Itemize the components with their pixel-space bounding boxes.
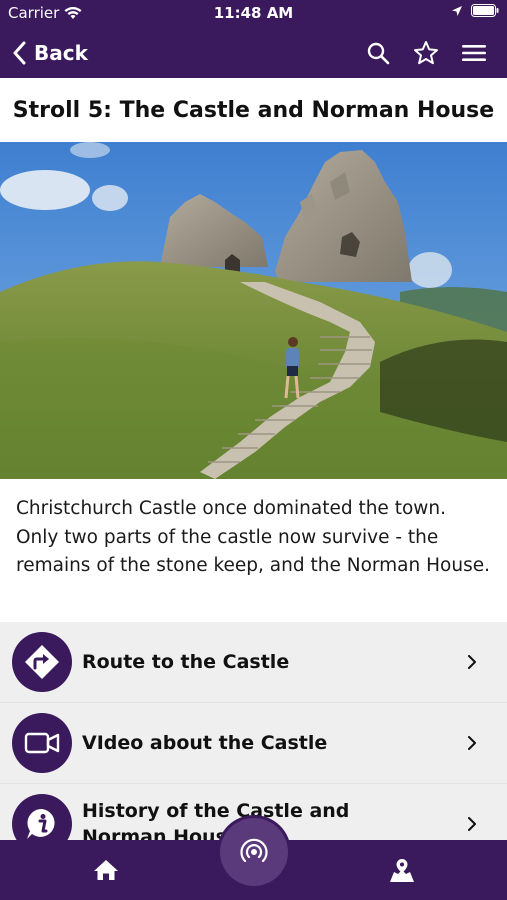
info-icon [27, 808, 55, 839]
castle-photo [0, 142, 507, 479]
page-title-bar: Stroll 5: The Castle and Norman House [0, 78, 507, 142]
menu-item-label: VIdeo about the Castle [82, 732, 328, 754]
menu-button[interactable] [461, 38, 487, 68]
back-label: Back [34, 41, 88, 65]
page-title: Stroll 5: The Castle and Norman House [12, 97, 495, 123]
location-arrow-icon [452, 5, 462, 16]
chevron-right-icon [468, 655, 476, 669]
chevron-left-icon [13, 41, 26, 65]
favorite-button[interactable] [413, 38, 439, 68]
tab-map[interactable] [388, 858, 416, 888]
hamburger-menu-icon [462, 45, 486, 61]
star-icon [414, 41, 438, 65]
menu-item-route[interactable]: Route to the Castle [0, 622, 507, 703]
chevron-right-icon [468, 736, 476, 750]
nav-actions [365, 38, 487, 68]
nav-bar: Back [0, 28, 507, 78]
menu-item-video[interactable]: VIdeo about the Castle [0, 703, 507, 784]
battery-icon [471, 4, 499, 17]
search-button[interactable] [365, 38, 391, 68]
status-time: 11:48 AM [213, 4, 294, 22]
video-camera-icon [24, 732, 60, 754]
menu-item-label: Route to the Castle [82, 651, 290, 673]
status-bar: Carrier 11:48 AM [0, 0, 507, 28]
history-icon-badge [12, 794, 72, 840]
back-button[interactable]: Back [12, 38, 88, 68]
home-icon [94, 860, 118, 880]
beacon-button[interactable] [220, 818, 288, 886]
video-icon-badge [12, 713, 72, 773]
map-icon [390, 859, 414, 882]
search-icon [367, 42, 390, 65]
tab-home[interactable] [93, 858, 119, 886]
hero-image [0, 142, 507, 479]
chevron-right-icon [468, 817, 476, 831]
route-icon-badge [12, 632, 72, 692]
status-right [451, 4, 499, 17]
intro-text: Christchurch Castle once dominated the t… [0, 479, 507, 622]
menu-list: Route to the Castle VIdeo about the Cast… [0, 622, 507, 840]
beacon-icon [240, 838, 268, 863]
directions-icon [25, 645, 59, 679]
